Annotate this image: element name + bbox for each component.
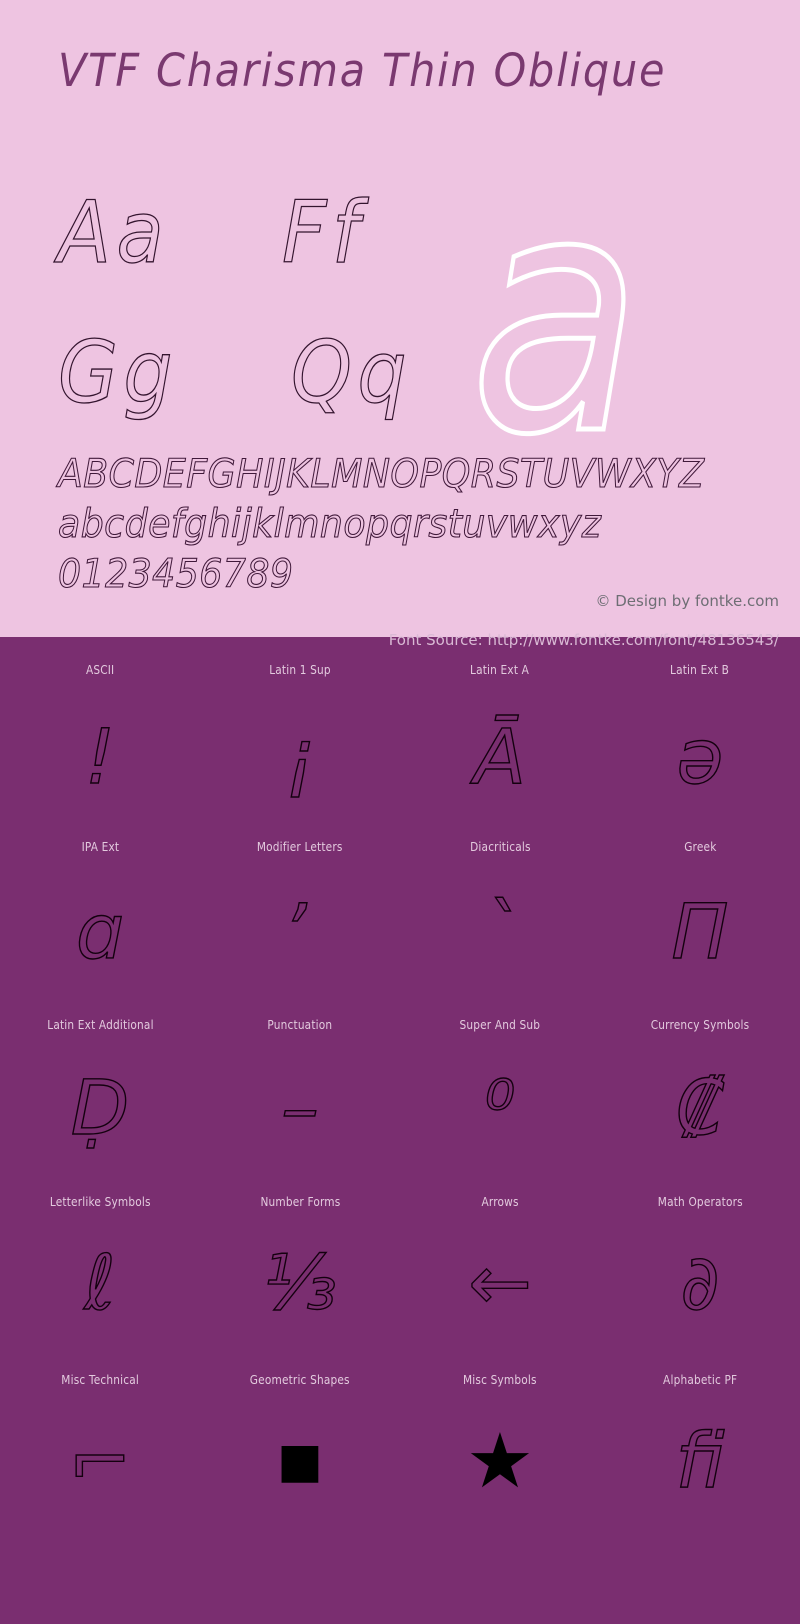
block-sample-glyph: Π [671, 886, 730, 976]
block-cell-misc-symbols[interactable]: Misc Symbols ★ [400, 1345, 600, 1523]
block-cell-currency-symbols[interactable]: Currency Symbols ₡ [600, 990, 800, 1168]
letter-pair-row: Aa Ff [57, 178, 458, 318]
block-sample-glyph: ɑ [75, 886, 125, 976]
letter-pair: Aa [57, 182, 170, 283]
block-label: IPA Ext [81, 840, 119, 854]
block-sample-glyph: ə [676, 711, 724, 801]
block-cell-super-and-sub[interactable]: Super And Sub ⁰ [400, 990, 600, 1168]
alphabet-lowercase: abcdefghijklmnopqrstuvwxyz [57, 501, 602, 547]
block-sample-glyph: ℓ [84, 1237, 117, 1327]
block-cell-latin-ext-additional[interactable]: Latin Ext Additional Ḍ [0, 990, 200, 1168]
unicode-block-grid: ASCII ! Latin 1 Sup ¡ Latin Ext A Ā Lati… [0, 637, 800, 1522]
copyright-credit: © Design by fontke.com [595, 592, 779, 610]
font-specimen-page: VTF Charisma Thin Oblique a Aa Ff Gg Qq … [0, 0, 800, 1624]
block-label: Greek [683, 840, 717, 854]
block-label: Math Operators [657, 1195, 743, 1209]
block-label: Punctuation [267, 1017, 333, 1032]
block-label: Alphabetic PF [662, 1372, 738, 1387]
block-sample-glyph: ₡ [675, 1062, 725, 1152]
block-sample-glyph: ■ [277, 1415, 323, 1505]
block-label: Misc Technical [61, 1372, 139, 1387]
block-sample-glyph: ˋ [480, 886, 519, 976]
alphabet-block: ABCDEFGHIJKLMNOPQRSTUVWXYZ abcdefghijklm… [57, 451, 753, 602]
block-sample-glyph: ★ [465, 1415, 535, 1505]
showcase-glyph: a [468, 123, 644, 507]
block-cell-geometric-shapes[interactable]: Geometric Shapes ■ [200, 1345, 400, 1523]
block-cell-arrows[interactable]: Arrows ← [400, 1167, 600, 1345]
block-label: ASCII [85, 663, 115, 677]
letter-pair-row: Gg Qq [57, 318, 458, 458]
block-sample-glyph: ⅓ [262, 1237, 337, 1327]
block-cell-greek[interactable]: Greek Π [600, 812, 800, 990]
block-sample-glyph: ¡ [284, 711, 316, 801]
letter-pair-grid: Aa Ff Gg Qq [57, 178, 458, 458]
block-label: Modifier Letters [257, 840, 343, 854]
block-cell-latin-ext-a[interactable]: Latin Ext A Ā [400, 637, 600, 812]
block-label: Geometric Shapes [250, 1372, 350, 1387]
page-title: VTF Charisma Thin Oblique [58, 44, 667, 97]
block-sample-glyph: Ḍ [70, 1062, 130, 1152]
block-label: Diacriticals [469, 840, 531, 854]
block-label: Currency Symbols [650, 1017, 750, 1032]
block-label: Arrows [481, 1195, 519, 1209]
block-label: Latin Ext Additional [46, 1017, 154, 1032]
block-label: Super And Sub [459, 1017, 541, 1032]
block-cell-letterlike-symbols[interactable]: Letterlike Symbols ℓ [0, 1167, 200, 1345]
alphabet-digits: 0123456789 [57, 551, 294, 597]
block-row: Letterlike Symbols ℓ Number Forms ⅓ Arro… [0, 1167, 800, 1345]
unicode-blocks-panel: Font Source: http://www.fontke.com/font/… [0, 631, 800, 1624]
block-cell-ipa-ext[interactable]: IPA Ext ɑ [0, 812, 200, 990]
block-row: Misc Technical ⌐ Geometric Shapes ■ Misc… [0, 1345, 800, 1523]
block-label: Latin Ext A [470, 663, 530, 677]
block-label: Letterlike Symbols [49, 1195, 151, 1209]
specimen-hero: VTF Charisma Thin Oblique a Aa Ff Gg Qq … [0, 0, 800, 637]
block-cell-number-forms[interactable]: Number Forms ⅓ [200, 1167, 400, 1345]
block-cell-diacriticals[interactable]: Diacriticals ˋ [400, 812, 600, 990]
block-row: IPA Ext ɑ Modifier Letters ʼ Diacritical… [0, 812, 800, 990]
block-row: Latin Ext Additional Ḍ Punctuation – Sup… [0, 990, 800, 1168]
block-sample-glyph: ʼ [287, 886, 313, 976]
letter-pair: Ff [281, 182, 365, 283]
block-cell-latin-ext-b[interactable]: Latin Ext B ə [600, 637, 800, 812]
block-label: Misc Symbols [463, 1372, 537, 1387]
block-row: ASCII ! Latin 1 Sup ¡ Latin Ext A Ā Lati… [0, 637, 800, 812]
block-sample-glyph: ⌐ [67, 1415, 132, 1505]
block-sample-glyph: ﬁ [675, 1415, 726, 1505]
block-cell-ascii[interactable]: ASCII ! [0, 637, 200, 812]
block-sample-glyph: ! [84, 711, 116, 801]
letter-pair: Gg [57, 322, 178, 423]
block-cell-latin-1-sup[interactable]: Latin 1 Sup ¡ [200, 637, 400, 812]
block-sample-glyph: ∂ [680, 1237, 721, 1327]
block-label: Latin 1 Sup [269, 663, 331, 677]
block-sample-glyph: ⁰ [484, 1062, 516, 1152]
block-label: Latin Ext B [670, 663, 730, 677]
block-cell-modifier-letters[interactable]: Modifier Letters ʼ [200, 812, 400, 990]
block-sample-glyph: ← [467, 1237, 532, 1327]
block-sample-glyph: – [280, 1062, 319, 1152]
block-cell-math-operators[interactable]: Math Operators ∂ [600, 1167, 800, 1345]
block-label: Number Forms [260, 1195, 340, 1209]
block-cell-misc-technical[interactable]: Misc Technical ⌐ [0, 1345, 200, 1523]
block-sample-glyph: Ā [473, 711, 526, 801]
block-cell-punctuation[interactable]: Punctuation – [200, 990, 400, 1168]
letter-pair: Qq [291, 322, 413, 423]
block-cell-alphabetic-pf[interactable]: Alphabetic PF ﬁ [600, 1345, 800, 1523]
alphabet-uppercase: ABCDEFGHIJKLMNOPQRSTUVWXYZ [57, 451, 705, 497]
